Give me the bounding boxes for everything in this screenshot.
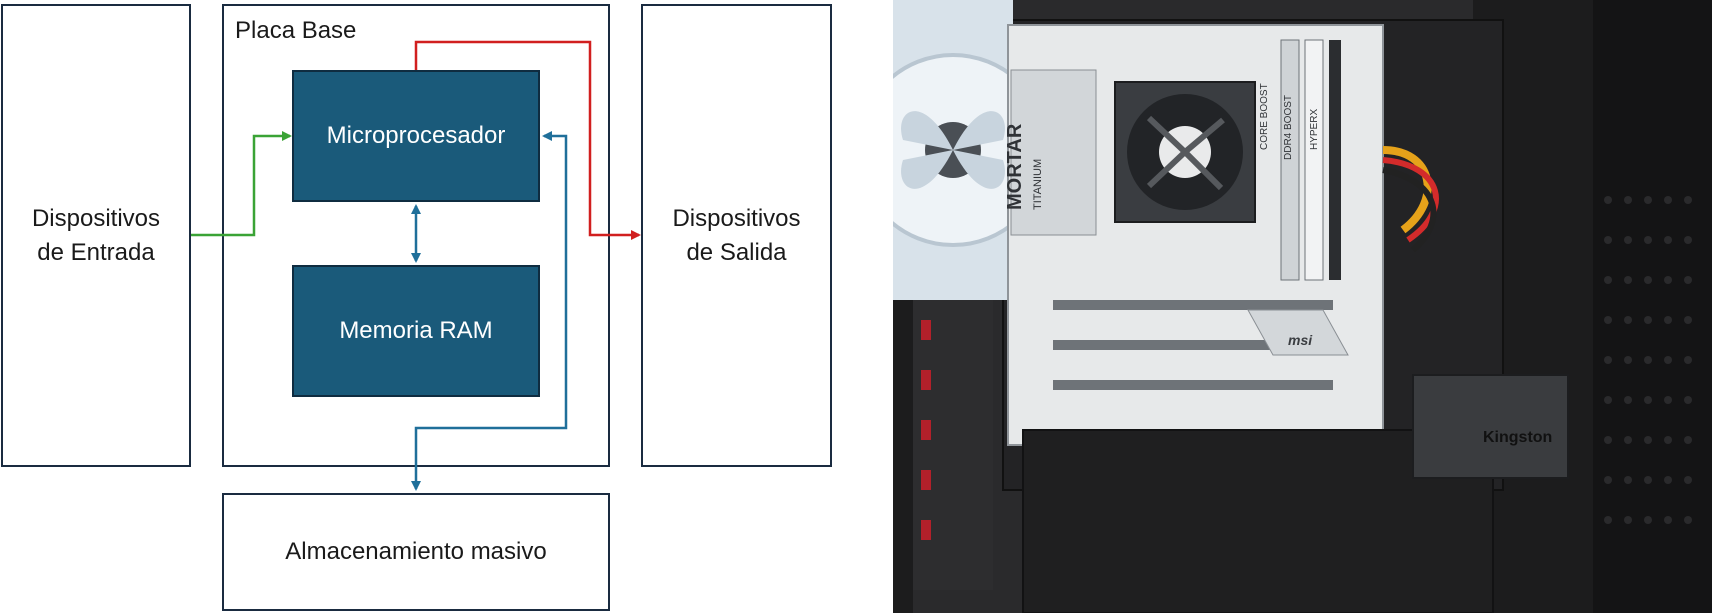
output-devices-label-2: de Salida [686,238,787,266]
computer-architecture-diagram: Dispositivos de Entrada Placa Base Micro… [0,0,900,613]
motherboard-label: Placa Base [235,17,357,44]
cpu-box: Microprocesador [292,70,540,202]
side-mesh-panel [1593,0,1712,613]
expansion-slot-covers [913,300,993,590]
motherboard: MORTAR TITANIUM DDR4 BOOST CORE BOOST HY… [1004,24,1384,446]
cpu-label: Microprocesador [326,122,506,149]
ram-box: Memoria RAM [292,265,540,397]
kingston-label: Kingston [1483,429,1552,446]
pc-interior-photo: MORTAR TITANIUM DDR4 BOOST CORE BOOST HY… [893,0,1712,613]
titanium-label: TITANIUM [1032,159,1044,210]
input-devices-box: Dispositivos de Entrada [1,4,191,467]
storage-box: Almacenamiento masivo [222,493,610,611]
ssd: Kingston [1412,374,1569,479]
output-devices-box: Dispositivos de Salida [641,4,832,467]
output-devices-label-1: Dispositivos [672,204,801,232]
hyperx-label: HYPERX [1309,109,1320,150]
ddr4-label: DDR4 BOOST [1283,95,1294,160]
msi-label: msi [1288,332,1313,348]
mortar-label: MORTAR [1004,123,1026,210]
input-devices-label-1: Dispositivos [31,204,161,232]
ram-label: Memoria RAM [339,317,493,344]
core-boost-label: CORE BOOST [1259,83,1270,150]
input-devices-label-2: de Entrada [37,238,155,266]
storage-label: Almacenamiento masivo [285,538,547,565]
